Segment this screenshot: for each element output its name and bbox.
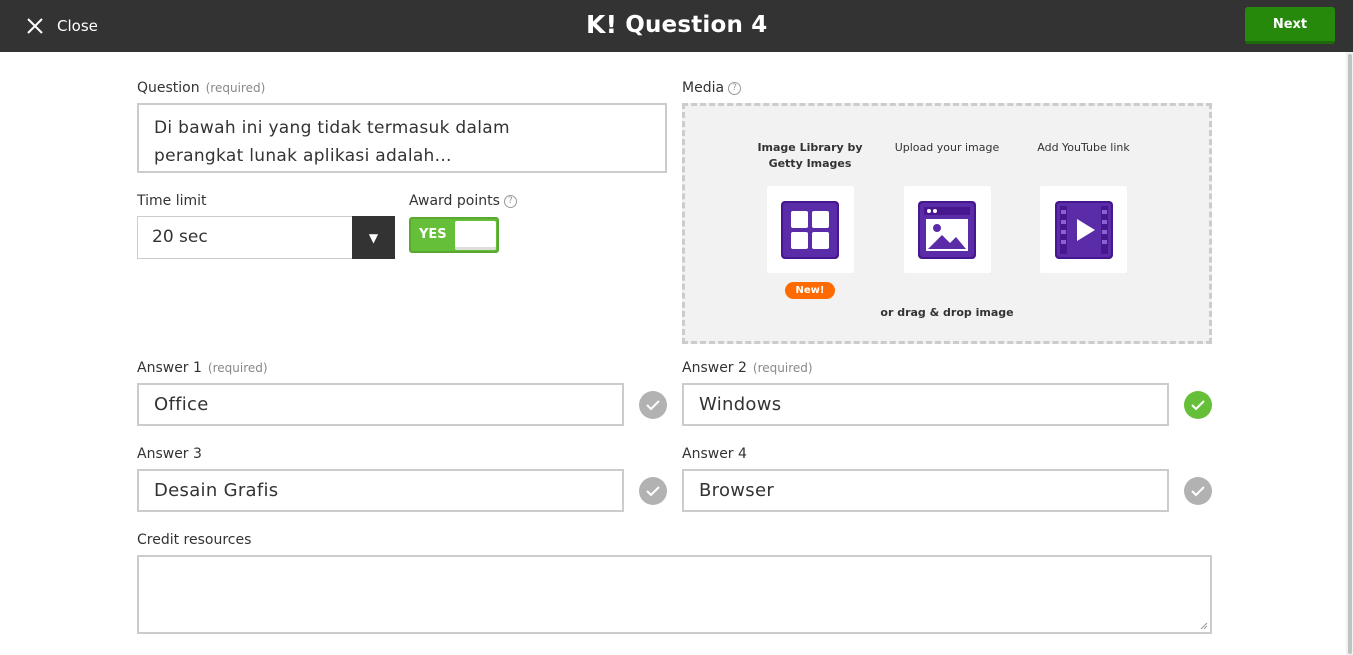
answer-1-correct-toggle[interactable] [639, 391, 667, 419]
dropdown-arrow-icon[interactable]: ▼ [352, 216, 395, 259]
media-option-caption-line2: Getty Images [768, 157, 852, 170]
page-title: K! Question 4 [586, 10, 767, 39]
checkmark-icon [646, 486, 660, 497]
question-label-text: Question [137, 80, 200, 96]
youtube-video-icon [1054, 200, 1113, 259]
question-required: (required) [205, 81, 266, 95]
award-points-label-text: Award points [409, 193, 500, 209]
time-limit-label: Time limit [137, 193, 207, 209]
credit-resources-input[interactable] [137, 555, 1212, 634]
upload-image-tile[interactable] [903, 186, 991, 273]
answer-1-input[interactable]: Office [137, 383, 624, 426]
checkmark-icon [1191, 400, 1205, 411]
answer-4-label: Answer 4 [682, 446, 747, 462]
next-button[interactable]: Next [1245, 7, 1335, 44]
question-text-line2: perangkat lunak aplikasi adalah... [154, 146, 452, 166]
toggle-yes-label: YES [419, 227, 447, 242]
help-icon[interactable]: ? [728, 81, 742, 95]
help-icon[interactable]: ? [503, 194, 517, 208]
media-option-caption: Add YouTube link [1027, 140, 1140, 172]
resize-handle-icon[interactable] [1200, 622, 1208, 630]
answer-4-label-text: Answer 4 [682, 446, 747, 462]
answer-3-input[interactable]: Desain Grafis [137, 469, 624, 512]
credit-resources-label: Credit resources [137, 532, 252, 548]
media-option-youtube[interactable]: Add YouTube link [1027, 140, 1140, 273]
close-label: Close [57, 17, 98, 35]
checkmark-icon [646, 400, 660, 411]
media-option-upload[interactable]: Upload your image [889, 140, 1005, 273]
answer-2-label-text: Answer 2 [682, 360, 747, 376]
answer-4-correct-toggle[interactable] [1184, 477, 1212, 505]
time-limit-value: 20 sec [152, 227, 208, 247]
answer-3-label: Answer 3 [137, 446, 202, 462]
award-points-toggle[interactable]: YES [409, 217, 499, 253]
answer-2-required: (required) [752, 361, 813, 375]
answer-1-required: (required) [207, 361, 268, 375]
toggle-knob [455, 221, 496, 250]
answer-3-label-text: Answer 3 [137, 446, 202, 462]
media-label: Media? [682, 80, 742, 96]
question-input[interactable]: Di bawah ini yang tidak termasuk dalam p… [137, 103, 667, 173]
answer-4-input[interactable]: Browser [682, 469, 1169, 512]
media-option-caption: Image Library by Getty Images [754, 140, 866, 172]
image-library-icon [781, 200, 839, 259]
answer-1-label-text: Answer 1 [137, 360, 202, 376]
drag-drop-hint: or drag & drop image [880, 306, 1014, 319]
kahoot-logo: K! [586, 10, 618, 39]
time-limit-select[interactable]: 20 sec ▼ [137, 216, 395, 259]
youtube-tile[interactable] [1040, 186, 1127, 273]
question-label: Question (required) [137, 80, 265, 96]
new-badge: New! [785, 282, 835, 299]
question-text-line1: Di bawah ini yang tidak termasuk dalam [154, 118, 510, 138]
scrollbar-thumb[interactable] [1348, 54, 1352, 654]
answer-2-input[interactable]: Windows [682, 383, 1169, 426]
answer-2-correct-toggle[interactable] [1184, 391, 1212, 419]
close-button[interactable]: Close [26, 14, 98, 38]
media-option-caption-line1: Add YouTube link [1037, 141, 1130, 154]
answer-1-label: Answer 1 (required) [137, 360, 268, 376]
answer-3-correct-toggle[interactable] [639, 477, 667, 505]
checkmark-icon [1191, 486, 1205, 497]
upload-image-icon [918, 200, 976, 259]
media-option-image-library[interactable]: Image Library by Getty Images [754, 140, 866, 273]
question-title: Question 4 [625, 11, 768, 38]
media-option-caption-line1: Upload your image [894, 141, 1000, 154]
media-option-caption-line1: Image Library by [757, 141, 863, 154]
media-label-text: Media [682, 80, 725, 96]
close-icon [27, 18, 43, 34]
answer-2-label: Answer 2 (required) [682, 360, 813, 376]
media-option-caption: Upload your image [889, 140, 1005, 172]
image-library-tile[interactable] [766, 186, 854, 273]
top-bar: Close K! Question 4 Next [0, 0, 1353, 52]
award-points-label: Award points? [409, 193, 517, 209]
